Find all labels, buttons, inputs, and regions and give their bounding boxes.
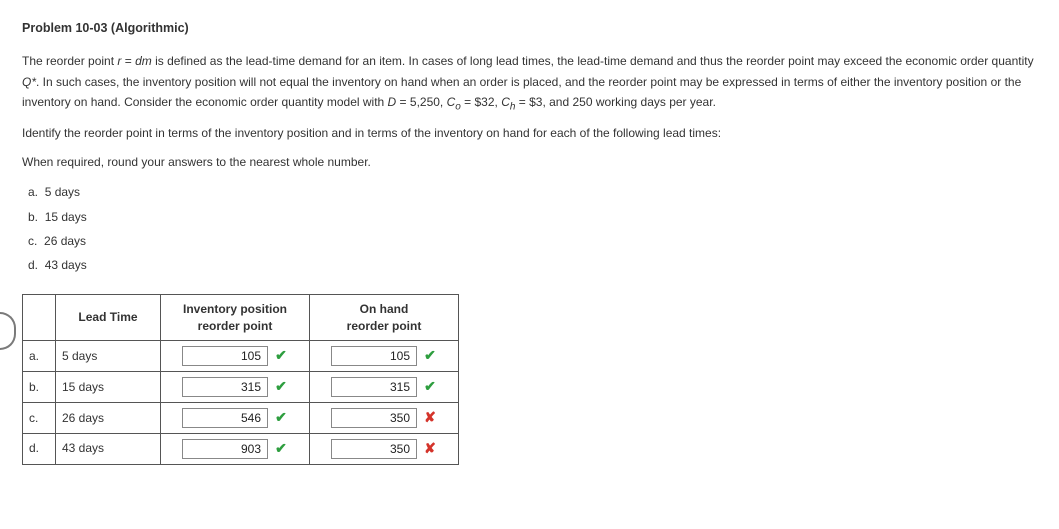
- answer-table: Lead Time Inventory position reorder poi…: [22, 294, 459, 465]
- option-label: a.: [28, 185, 38, 199]
- answer-input[interactable]: 350: [331, 439, 417, 459]
- problem-title: Problem 10-03 (Algorithmic): [22, 18, 1037, 39]
- var-dm: dm: [135, 54, 152, 68]
- text: = $32,: [461, 95, 501, 109]
- cell-on-hand: 350 ✘: [310, 433, 459, 464]
- header-on-hand: On hand reorder point: [310, 294, 459, 341]
- table-row: c. 26 days 546 ✔ 350 ✘: [23, 402, 459, 433]
- option-text: 15 days: [45, 210, 87, 224]
- cell-inv-pos: 903 ✔: [161, 433, 310, 464]
- cell-inv-pos: 105 ✔: [161, 341, 310, 372]
- options-list: a. 5 days b. 15 days c. 26 days d. 43 da…: [28, 182, 1037, 276]
- row-lead: 15 days: [56, 372, 161, 403]
- answer-input[interactable]: 105: [182, 346, 268, 366]
- cell-on-hand: 350 ✘: [310, 402, 459, 433]
- check-icon: ✔: [274, 406, 288, 430]
- header-line: On hand: [360, 302, 409, 316]
- table-row: d. 43 days 903 ✔ 350 ✘: [23, 433, 459, 464]
- answer-input[interactable]: 350: [331, 408, 417, 428]
- check-icon: ✔: [423, 375, 437, 399]
- row-letter: c.: [23, 402, 56, 433]
- var-Co: C: [447, 95, 456, 109]
- text: The reorder point: [22, 54, 117, 68]
- var-D: D: [388, 95, 397, 109]
- instruction-2: When required, round your answers to the…: [22, 152, 1037, 172]
- text: is defined as the lead-time demand for a…: [152, 54, 1034, 68]
- cross-icon: ✘: [423, 437, 437, 461]
- header-lead-time: Lead Time: [56, 294, 161, 341]
- row-letter: b.: [23, 372, 56, 403]
- row-lead: 43 days: [56, 433, 161, 464]
- text: =: [121, 54, 135, 68]
- table-row: a. 5 days 105 ✔ 105 ✔: [23, 341, 459, 372]
- row-letter: d.: [23, 433, 56, 464]
- list-item: b. 15 days: [28, 207, 1037, 227]
- check-icon: ✔: [274, 437, 288, 461]
- cell-inv-pos: 546 ✔: [161, 402, 310, 433]
- header-inventory-position: Inventory position reorder point: [161, 294, 310, 341]
- row-lead: 26 days: [56, 402, 161, 433]
- header-line: Inventory position: [183, 302, 287, 316]
- check-icon: ✔: [274, 344, 288, 368]
- check-icon: ✔: [274, 375, 288, 399]
- list-item: c. 26 days: [28, 231, 1037, 251]
- row-lead: 5 days: [56, 341, 161, 372]
- table-row: b. 15 days 315 ✔ 315 ✔: [23, 372, 459, 403]
- answer-input[interactable]: 105: [331, 346, 417, 366]
- option-label: d.: [28, 258, 38, 272]
- option-text: 43 days: [45, 258, 87, 272]
- option-label: c.: [28, 234, 37, 248]
- answer-input[interactable]: 315: [182, 377, 268, 397]
- header-line: reorder point: [347, 319, 422, 333]
- answer-input[interactable]: 315: [331, 377, 417, 397]
- header-line: reorder point: [198, 319, 273, 333]
- option-text: 26 days: [44, 234, 86, 248]
- row-letter: a.: [23, 341, 56, 372]
- text: = 5,250,: [396, 95, 446, 109]
- text: = $3, and 250 working days per year.: [515, 95, 715, 109]
- list-item: d. 43 days: [28, 255, 1037, 275]
- cell-inv-pos: 315 ✔: [161, 372, 310, 403]
- answer-input[interactable]: 546: [182, 408, 268, 428]
- cross-icon: ✘: [423, 406, 437, 430]
- instruction-1: Identify the reorder point in terms of t…: [22, 123, 1037, 143]
- var-Qstar: Q*: [22, 75, 36, 89]
- cell-on-hand: 315 ✔: [310, 372, 459, 403]
- answer-input[interactable]: 903: [182, 439, 268, 459]
- header-blank: [23, 294, 56, 341]
- side-tab[interactable]: [0, 312, 16, 350]
- option-label: b.: [28, 210, 38, 224]
- check-icon: ✔: [423, 344, 437, 368]
- var-Ch: C: [501, 95, 510, 109]
- problem-paragraph: The reorder point r = dm is defined as t…: [22, 51, 1037, 115]
- option-text: 5 days: [45, 185, 80, 199]
- cell-on-hand: 105 ✔: [310, 341, 459, 372]
- list-item: a. 5 days: [28, 182, 1037, 202]
